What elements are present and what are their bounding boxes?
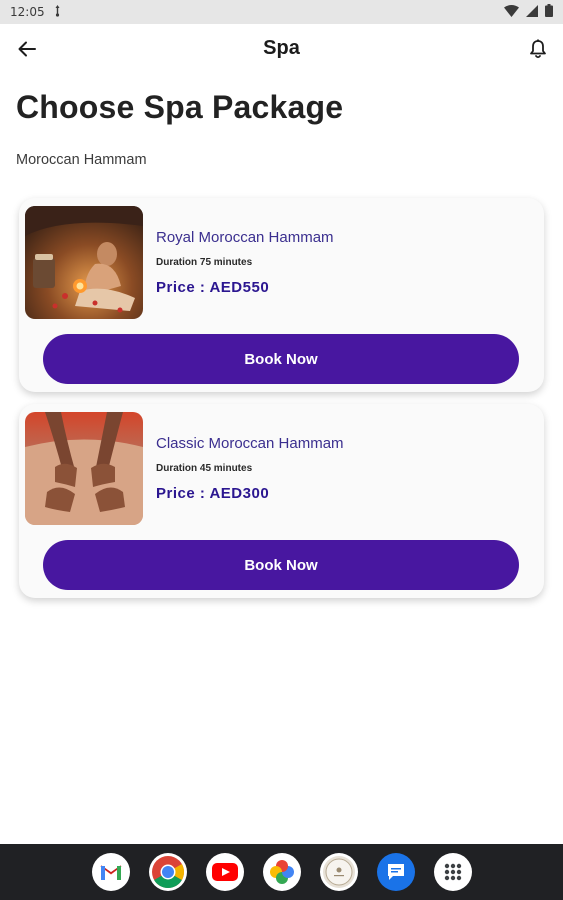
package-duration: Duration 75 minutes [156, 257, 253, 268]
package-image [25, 412, 143, 525]
app-drawer-icon[interactable] [433, 853, 472, 891]
app-icon[interactable] [319, 853, 358, 891]
battery-icon [545, 4, 553, 20]
wifi-icon [504, 4, 519, 20]
status-bar: 12:05 [0, 0, 563, 24]
package-name: Royal Moroccan Hammam [156, 229, 334, 246]
package-card: Classic Moroccan Hammam Duration 45 minu… [19, 404, 544, 598]
signal-icon [526, 4, 538, 20]
package-duration: Duration 45 minutes [156, 463, 253, 474]
app-dock [0, 844, 563, 900]
notification-bell-icon[interactable] [525, 36, 551, 62]
messages-icon[interactable] [376, 853, 415, 891]
package-name: Classic Moroccan Hammam [156, 435, 344, 452]
status-time: 12:05 [10, 5, 45, 19]
youtube-icon[interactable] [205, 853, 244, 891]
book-now-button[interactable]: Book Now [43, 540, 519, 590]
app-bar-title: Spa [263, 37, 300, 59]
page-subtitle: Moroccan Hammam [16, 152, 147, 168]
book-now-button[interactable]: Book Now [43, 334, 519, 384]
page-title: Choose Spa Package [16, 89, 344, 125]
package-image [25, 206, 143, 319]
gmail-icon[interactable] [91, 853, 130, 891]
usb-debug-icon [53, 4, 62, 20]
package-price: Price : AED550 [156, 279, 270, 296]
package-price: Price : AED300 [156, 485, 270, 502]
chrome-icon[interactable] [148, 853, 187, 891]
photos-icon[interactable] [262, 853, 301, 891]
app-bar: Spa [0, 24, 563, 76]
package-card: Royal Moroccan Hammam Duration 75 minute… [19, 198, 544, 392]
